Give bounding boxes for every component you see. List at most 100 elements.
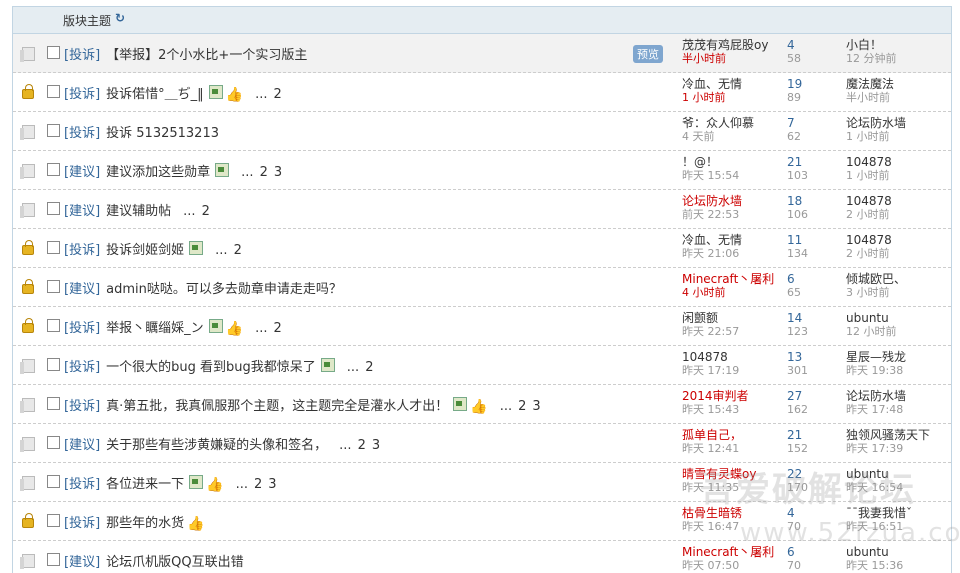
author-link[interactable]: 104878	[682, 351, 739, 364]
thread-title-link[interactable]: 论坛爪机版QQ互联出错	[106, 555, 243, 570]
page-link[interactable]: ...	[500, 399, 512, 414]
last-post-time[interactable]: 半小时前	[846, 91, 894, 104]
last-post-time[interactable]: 12 分钟前	[846, 52, 897, 65]
select-checkbox[interactable]	[47, 514, 60, 527]
reply-count[interactable]: 19	[787, 78, 802, 91]
last-post-time[interactable]: 1 小时前	[846, 130, 906, 143]
preview-button[interactable]: 预览	[633, 45, 663, 63]
reply-count[interactable]: 6	[787, 273, 801, 286]
thread-category-link[interactable]: [投诉]	[64, 48, 100, 63]
thread-title-link[interactable]: admin哒哒。可以多去勋章申请走走吗？	[106, 282, 342, 297]
thread-row[interactable]: [建议] 关于那些有些涉黄嫌疑的头像和签名，... 2 3 孤单自己， 昨天 12:41 2…	[13, 424, 951, 463]
select-checkbox[interactable]	[47, 553, 60, 566]
page-link[interactable]: 2	[518, 399, 526, 414]
author-link[interactable]: 冷血、无情	[682, 234, 742, 247]
reply-count[interactable]: 18	[787, 195, 808, 208]
reply-count[interactable]: 21	[787, 429, 808, 442]
thread-category-link[interactable]: [投诉]	[64, 477, 100, 492]
page-link[interactable]: 2	[358, 438, 366, 453]
author-link[interactable]: 闲颤额	[682, 312, 739, 325]
last-post-time[interactable]: 昨天 19:38	[846, 364, 906, 377]
thread-row[interactable]: [投诉] 投诉偌惜°＿ぢ_‖ 👍... 2 冷血、无情 1 小时前 19 89 魔法魔法 半小时前	[13, 73, 951, 112]
last-poster-link[interactable]: 104878	[846, 234, 892, 247]
thread-row[interactable]: [投诉] 真·第五批，我真佩服那个主题，这主题完全是灌水人才出！ 👍... 2 3 201…	[13, 385, 951, 424]
thread-title-link[interactable]: 投诉剑姬剑姬	[106, 243, 184, 258]
author-link[interactable]: 茂茂有鸡屁股oy	[682, 39, 768, 52]
page-link[interactable]: 3	[372, 438, 380, 453]
reply-count[interactable]: 7	[787, 117, 801, 130]
select-checkbox[interactable]	[47, 202, 60, 215]
last-post-time[interactable]: 2 小时前	[846, 208, 892, 221]
page-link[interactable]: 2	[274, 87, 282, 102]
select-checkbox[interactable]	[47, 397, 60, 410]
reply-count[interactable]: 4	[787, 39, 801, 52]
thread-title-link[interactable]: 建议添加这些勋章	[106, 165, 210, 180]
thread-category-link[interactable]: [投诉]	[64, 516, 100, 531]
page-link[interactable]: ...	[347, 360, 359, 375]
page-link[interactable]: 3	[268, 477, 276, 492]
last-poster-link[interactable]: 论坛防水墙	[846, 390, 906, 403]
thread-category-link[interactable]: [建议]	[64, 555, 100, 570]
last-poster-link[interactable]: 星辰—残龙	[846, 351, 906, 364]
thread-row[interactable]: [投诉] 举报丶矋缁婇_ン 👍... 2 闲颤额 昨天 22:57 14 123 ubuntu 1…	[13, 307, 951, 346]
thread-title-link[interactable]: 投诉 5132513213	[106, 126, 219, 141]
last-post-time[interactable]: 昨天 15:36	[846, 559, 903, 572]
page-link[interactable]: 2	[234, 243, 242, 258]
thread-row[interactable]: [投诉] 投诉剑姬剑姬... 2 冷血、无情 昨天 21:06 11 134 104878 2 …	[13, 229, 951, 268]
last-poster-link[interactable]: 独领风骚荡天下	[846, 429, 930, 442]
page-link[interactable]: ...	[236, 477, 248, 492]
reply-count[interactable]: 13	[787, 351, 808, 364]
thread-title-link[interactable]: 各位进来一下	[106, 477, 184, 492]
last-post-time[interactable]: 1 小时前	[846, 169, 892, 182]
page-link[interactable]: 3	[532, 399, 540, 414]
select-checkbox[interactable]	[47, 319, 60, 332]
author-link[interactable]: 孤单自己，	[682, 429, 742, 442]
select-checkbox[interactable]	[47, 241, 60, 254]
page-link[interactable]: 2	[365, 360, 373, 375]
page-link[interactable]: 2	[274, 321, 282, 336]
thread-category-link[interactable]: [投诉]	[64, 243, 100, 258]
select-checkbox[interactable]	[47, 163, 60, 176]
thread-category-link[interactable]: [投诉]	[64, 360, 100, 375]
refresh-icon[interactable]: ↻	[115, 11, 125, 25]
last-poster-link[interactable]: 倾城欧巴、	[846, 273, 906, 286]
reply-count[interactable]: 27	[787, 390, 808, 403]
last-poster-link[interactable]: 小白！	[846, 39, 897, 52]
last-post-time[interactable]: 昨天 17:39	[846, 442, 930, 455]
author-link[interactable]: 2014审判者	[682, 390, 749, 403]
select-checkbox[interactable]	[47, 124, 60, 137]
thread-title-link[interactable]: 那些年的水货	[106, 516, 184, 531]
thread-title-link[interactable]: 一个很大的bug 看到bug我都惊呆了	[106, 360, 316, 375]
page-link[interactable]: ...	[255, 321, 267, 336]
thread-category-link[interactable]: [建议]	[64, 438, 100, 453]
author-link[interactable]: 论坛防水墙	[682, 195, 742, 208]
last-poster-link[interactable]: 104878	[846, 195, 892, 208]
last-poster-link[interactable]: 104878	[846, 156, 892, 169]
select-checkbox[interactable]	[47, 280, 60, 293]
author-link[interactable]: Minecraft丶屠利	[682, 273, 774, 286]
thread-category-link[interactable]: [投诉]	[64, 321, 100, 336]
thread-row[interactable]: [投诉] 投诉 5132513213 爷：众人仰慕 4 天前 7 62 论坛防水墙 1 小时前	[13, 112, 951, 151]
last-poster-link[interactable]: ubuntu	[846, 312, 897, 325]
author-link[interactable]: ！@！	[682, 156, 739, 169]
page-link[interactable]: ...	[215, 243, 227, 258]
select-checkbox[interactable]	[47, 85, 60, 98]
thread-category-link[interactable]: [建议]	[64, 204, 100, 219]
last-post-time[interactable]: 3 小时前	[846, 286, 906, 299]
thread-row[interactable]: [建议] 建议添加这些勋章... 2 3 ！@！ 昨天 15:54 21 103 104878 1…	[13, 151, 951, 190]
thread-category-link[interactable]: [投诉]	[64, 126, 100, 141]
page-link[interactable]: ...	[241, 165, 253, 180]
author-link[interactable]: 爷：众人仰慕	[682, 117, 754, 130]
reply-count[interactable]: 11	[787, 234, 808, 247]
page-link[interactable]: 2	[260, 165, 268, 180]
thread-category-link[interactable]: [投诉]	[64, 399, 100, 414]
last-post-time[interactable]: 昨天 17:48	[846, 403, 906, 416]
thread-row[interactable]: [投诉] 一个很大的bug 看到bug我都惊呆了... 2 104878 昨天 17:1…	[13, 346, 951, 385]
thread-row[interactable]: [投诉] 【举报】2个小水比+一个实习版主 预览 茂茂有鸡屁股oy 半小时前 4 58 小白！…	[13, 34, 951, 73]
select-checkbox[interactable]	[47, 475, 60, 488]
thread-title-link[interactable]: 建议辅助帖	[106, 204, 171, 219]
author-link[interactable]: 冷血、无情	[682, 78, 742, 91]
thread-title-link[interactable]: 关于那些有些涉黄嫌疑的头像和签名，	[106, 438, 327, 453]
reply-count[interactable]: 21	[787, 156, 808, 169]
page-link[interactable]: 2	[202, 204, 210, 219]
